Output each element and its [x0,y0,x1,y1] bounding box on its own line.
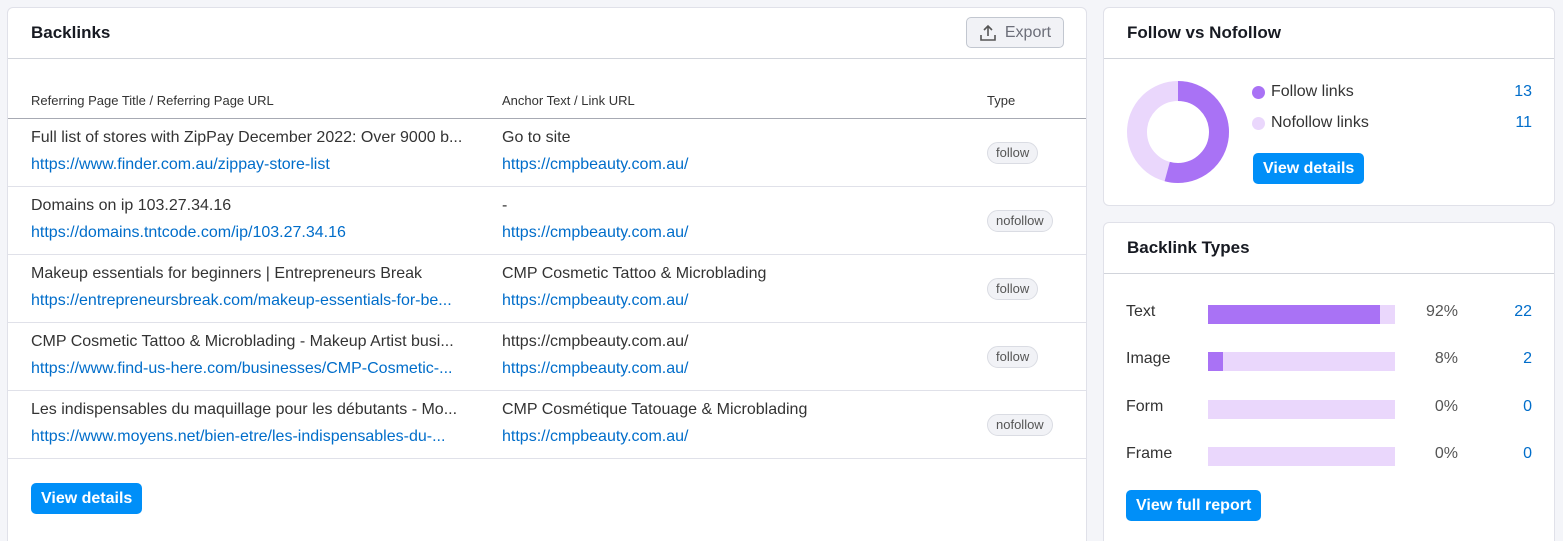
view-full-report-button[interactable]: View full report [1126,490,1262,521]
anchor-text: - [502,197,508,214]
table-header: Referring Page Title / Referring Page UR… [8,90,1086,119]
nofollow-dot-icon [1252,116,1265,130]
backlinks-card: Backlinks Export Referring Page Title / … [7,7,1087,541]
type-bar [1208,447,1395,466]
follow-label: Follow links [1271,83,1354,100]
type-bar [1208,305,1395,324]
type-percent: 8% [1434,350,1458,367]
view-details-button[interactable]: View details [31,483,143,514]
type-row-text: Text 92% 22 [1104,301,1554,325]
table-row: CMP Cosmetic Tattoo & Microblading - Mak… [8,323,1086,391]
type-bar-fill [1208,305,1381,324]
table-row: Full list of stores with ZipPay December… [8,119,1086,187]
follow-donut-chart [1127,81,1229,183]
type-label: Image [1126,350,1171,367]
link-url[interactable]: https://cmpbeauty.com.au/ [502,156,688,174]
referring-url[interactable]: https://www.find-us-here.com/businesses/… [31,360,486,378]
type-badge: follow [987,278,1039,300]
type-bar [1208,400,1395,419]
nofollow-label: Nofollow links [1271,114,1369,131]
type-badge: nofollow [987,210,1053,232]
referring-title: Full list of stores with ZipPay December… [31,129,463,146]
upload-icon [980,24,996,41]
types-title: Backlink Types [1127,238,1250,257]
type-bar-fill [1208,352,1223,371]
backlinks-title: Backlinks [31,23,111,42]
follow-dot-icon [1252,85,1265,99]
backlink-types-card: Backlink Types Text 92% 22 Image 8% 2 Fo… [1103,222,1555,541]
link-url[interactable]: https://cmpbeauty.com.au/ [502,360,688,378]
referring-url[interactable]: https://entrepreneursbreak.com/makeup-es… [31,292,486,310]
follow-nofollow-card: Follow vs Nofollow Follow links 13 Nofol… [1103,7,1555,206]
anchor-text: CMP Cosmétique Tatouage & Microblading [502,401,808,418]
type-count[interactable]: 0 [1523,445,1532,463]
nofollow-value[interactable]: 11 [1515,114,1532,132]
link-url[interactable]: https://cmpbeauty.com.au/ [502,224,688,242]
type-count[interactable]: 2 [1523,350,1532,368]
follow-title: Follow vs Nofollow [1127,23,1281,42]
referring-url[interactable]: https://www.moyens.net/bien-etre/les-ind… [31,428,486,446]
table-row: Makeup essentials for beginners | Entrep… [8,255,1086,323]
legend-follow: Follow links [1252,83,1354,101]
type-label: Frame [1126,445,1173,462]
type-row-frame: Frame 0% 0 [1104,443,1554,467]
column-header-anchor[interactable]: Anchor Text / Link URL [502,93,635,108]
type-row-image: Image 8% 2 [1104,348,1554,372]
referring-url[interactable]: https://www.finder.com.au/zippay-store-l… [31,156,486,174]
referring-title: Makeup essentials for beginners | Entrep… [31,265,423,282]
type-percent: 92% [1425,303,1458,320]
backlinks-table-body: Full list of stores with ZipPay December… [8,119,1086,459]
backlinks-header: Backlinks Export [8,8,1086,59]
legend-nofollow: Nofollow links [1252,114,1369,132]
anchor-text: Go to site [502,129,571,146]
type-row-form: Form 0% 0 [1104,396,1554,420]
referring-title: CMP Cosmetic Tattoo & Microblading - Mak… [31,333,454,350]
type-badge: follow [987,346,1039,368]
referring-title: Domains on ip 103.27.34.16 [31,197,232,214]
types-header: Backlink Types [1104,223,1554,274]
type-percent: 0% [1434,398,1458,415]
type-percent: 0% [1434,445,1458,462]
type-count[interactable]: 0 [1523,398,1532,416]
anchor-text: https://cmpbeauty.com.au/ [502,333,689,350]
table-row: Les indispensables du maquillage pour le… [8,391,1086,459]
column-header-referring[interactable]: Referring Page Title / Referring Page UR… [31,93,274,108]
type-label: Text [1126,303,1156,320]
type-count[interactable]: 22 [1514,303,1532,321]
table-row: Domains on ip 103.27.34.16 https://domai… [8,187,1086,255]
referring-title: Les indispensables du maquillage pour le… [31,401,458,418]
follow-header: Follow vs Nofollow [1104,8,1554,59]
type-badge: follow [987,142,1039,164]
export-label: Export [1004,23,1052,41]
column-header-type[interactable]: Type [987,93,1015,108]
follow-value[interactable]: 13 [1514,83,1532,101]
link-url[interactable]: https://cmpbeauty.com.au/ [502,292,688,310]
export-button[interactable]: Export [966,17,1064,48]
referring-url[interactable]: https://domains.tntcode.com/ip/103.27.34… [31,224,486,242]
anchor-text: CMP Cosmetic Tattoo & Microblading [502,265,767,282]
link-url[interactable]: https://cmpbeauty.com.au/ [502,428,688,446]
type-bar [1208,352,1395,371]
type-label: Form [1126,398,1164,415]
type-badge: nofollow [987,414,1053,436]
follow-view-details-button[interactable]: View details [1253,153,1365,184]
